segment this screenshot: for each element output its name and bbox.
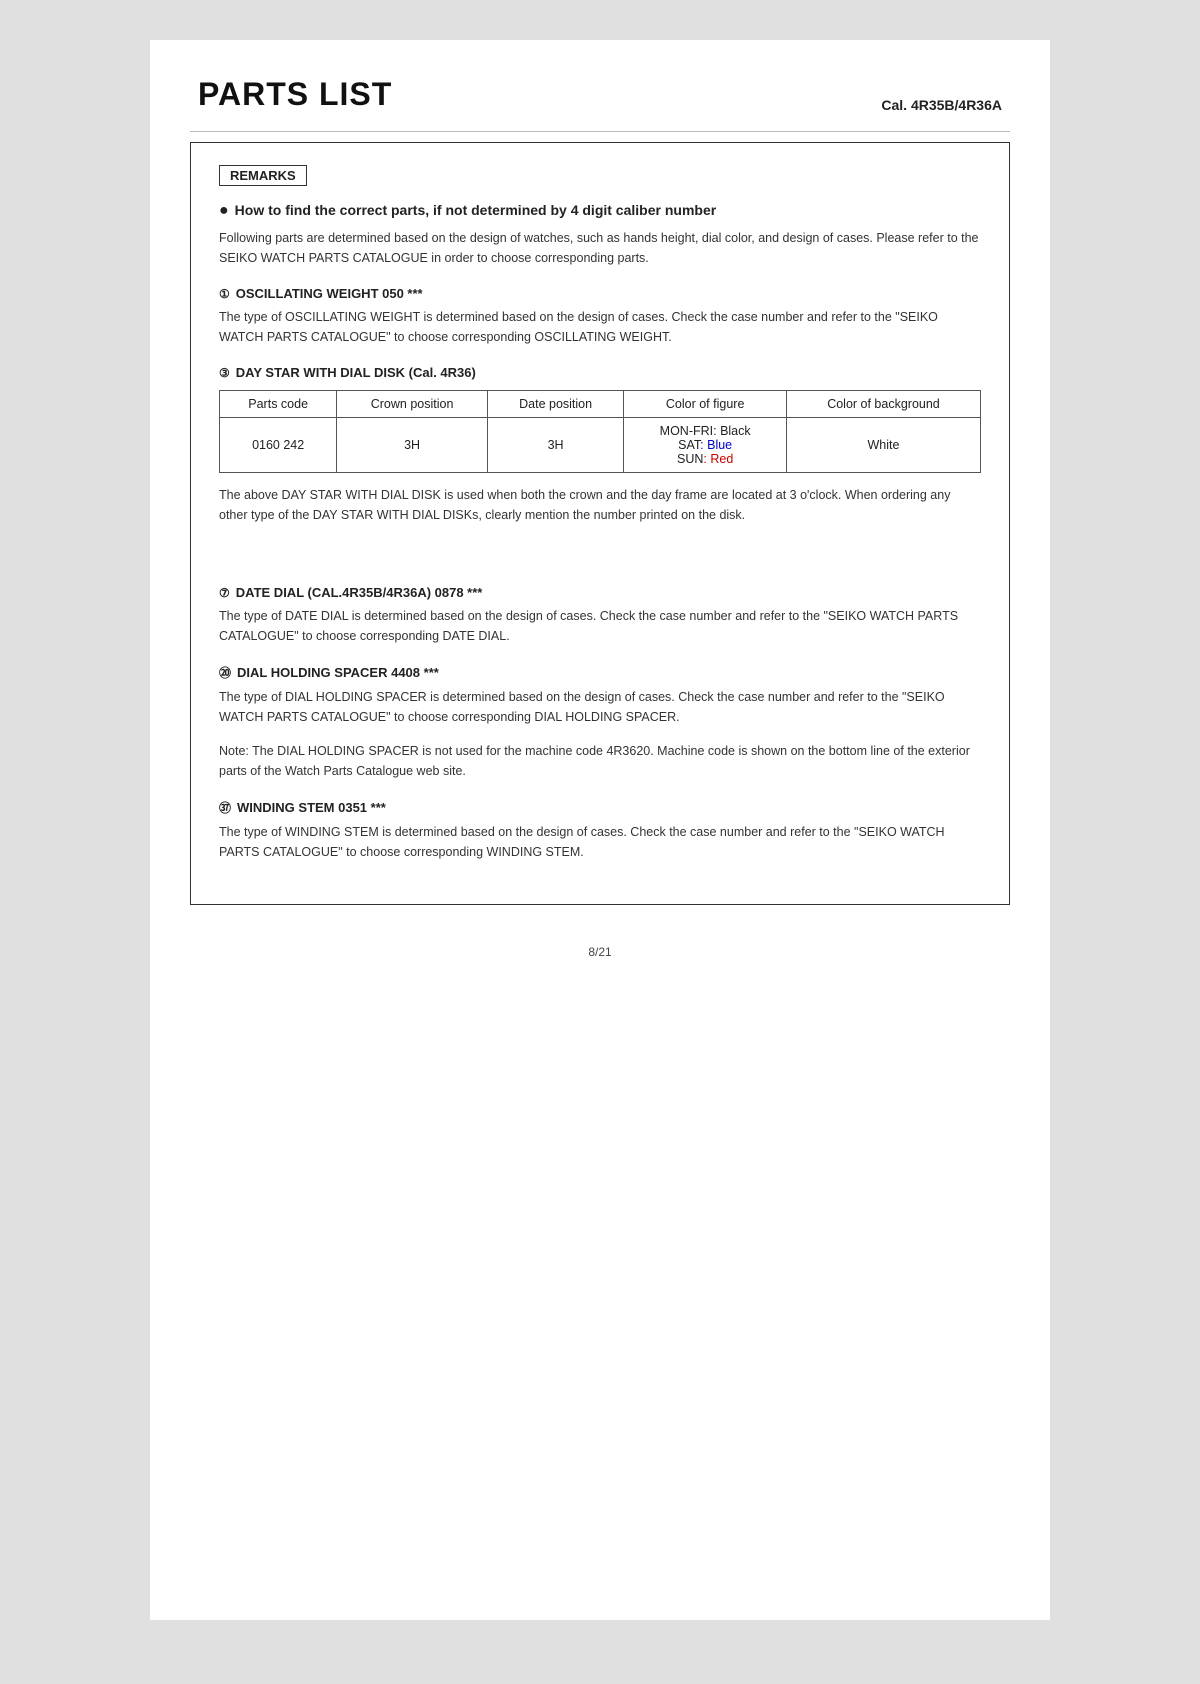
cell-color-figure: MON-FRI: Black SAT: Blue SUN: Red: [624, 418, 787, 473]
color-figure-sun-val: : Red: [703, 452, 733, 466]
remarks-box: REMARKS ● How to find the correct parts,…: [190, 142, 1010, 905]
page-wrapper: PARTS LIST Cal. 4R35B/4R36A REMARKS ● Ho…: [150, 40, 1050, 1620]
section-oscillating: ① OSCILLATING WEIGHT 050 *** The type of…: [219, 286, 981, 347]
cell-crown-position: 3H: [337, 418, 488, 473]
section-dialholding-body: The type of DIAL HOLDING SPACER is deter…: [219, 687, 981, 727]
main-bullet-header: ● How to find the correct parts, if not …: [219, 202, 981, 220]
section-datedial-heading: ⑦ DATE DIAL (CAL.4R35B/4R36A) 0878 ***: [219, 585, 981, 600]
num-icon-3: ③: [219, 366, 230, 380]
section-windingstem-body: The type of WINDING STEM is determined b…: [219, 822, 981, 862]
section-windingstem-heading: ㊲ WINDING STEM 0351 ***: [219, 799, 981, 816]
section-datedial: ⑦ DATE DIAL (CAL.4R35B/4R36A) 0878 *** T…: [219, 585, 981, 646]
page-footer: 8/21: [150, 945, 1050, 959]
section-daystar-title: DAY STAR WITH DIAL DISK (Cal. 4R36): [236, 365, 476, 380]
section-windingstem-title: WINDING STEM 0351 ***: [237, 800, 386, 815]
header-divider: [190, 131, 1010, 132]
color-figure-line1: MON-FRI: Black: [660, 424, 751, 438]
col-color-background: Color of background: [786, 391, 980, 418]
section-oscillating-title: OSCILLATING WEIGHT 050 ***: [236, 286, 423, 301]
main-bullet-heading: How to find the correct parts, if not de…: [235, 202, 717, 218]
col-date-position: Date position: [487, 391, 623, 418]
section-oscillating-body: The type of OSCILLATING WEIGHT is determ…: [219, 307, 981, 347]
section-dialholding-title: DIAL HOLDING SPACER 4408 ***: [237, 665, 439, 680]
num-icon-52: ㊲: [219, 799, 231, 816]
section-datedial-body: The type of DATE DIAL is determined base…: [219, 606, 981, 646]
section-oscillating-heading: ① OSCILLATING WEIGHT 050 ***: [219, 286, 981, 301]
remarks-label: REMARKS: [219, 165, 307, 186]
section-windingstem: ㊲ WINDING STEM 0351 *** The type of WIND…: [219, 799, 981, 862]
section-daystar-heading: ③ DAY STAR WITH DIAL DISK (Cal. 4R36): [219, 365, 981, 380]
section-datedial-title: DATE DIAL (CAL.4R35B/4R36A) 0878 ***: [236, 585, 483, 600]
table-header-row: Parts code Crown position Date position …: [220, 391, 981, 418]
num-icon-7: ⑦: [219, 586, 230, 600]
section-daystar: ③ DAY STAR WITH DIAL DISK (Cal. 4R36) Pa…: [219, 365, 981, 525]
table-row: 0160 242 3H 3H MON-FRI: Black SAT: Blue …: [220, 418, 981, 473]
section-dialholding: ⑳ DIAL HOLDING SPACER 4408 *** The type …: [219, 664, 981, 781]
color-figure-sat-val: : Blue: [700, 438, 732, 452]
num-icon-20: ⑳: [219, 664, 231, 681]
cal-number: Cal. 4R35B/4R36A: [881, 97, 1002, 113]
col-parts-code: Parts code: [220, 391, 337, 418]
bullet-icon: ●: [219, 202, 229, 220]
color-figure-sat-label: SAT: [678, 438, 700, 452]
section-dialholding-heading: ⑳ DIAL HOLDING SPACER 4408 ***: [219, 664, 981, 681]
main-bullet-body: Following parts are determined based on …: [219, 228, 981, 268]
cell-date-position: 3H: [487, 418, 623, 473]
cell-parts-code: 0160 242: [220, 418, 337, 473]
section-daystar-after-body: The above DAY STAR WITH DIAL DISK is use…: [219, 485, 981, 525]
num-icon-1: ①: [219, 287, 230, 301]
parts-table: Parts code Crown position Date position …: [219, 390, 981, 473]
page-number: 8/21: [588, 945, 611, 959]
section-dialholding-note: Note: The DIAL HOLDING SPACER is not use…: [219, 741, 981, 781]
main-content: REMARKS ● How to find the correct parts,…: [150, 142, 1050, 905]
cell-color-background: White: [786, 418, 980, 473]
col-crown-position: Crown position: [337, 391, 488, 418]
col-color-figure: Color of figure: [624, 391, 787, 418]
color-figure-sun-label: SUN: [677, 452, 703, 466]
page-title: PARTS LIST: [198, 76, 392, 113]
page-header: PARTS LIST Cal. 4R35B/4R36A: [150, 40, 1050, 131]
